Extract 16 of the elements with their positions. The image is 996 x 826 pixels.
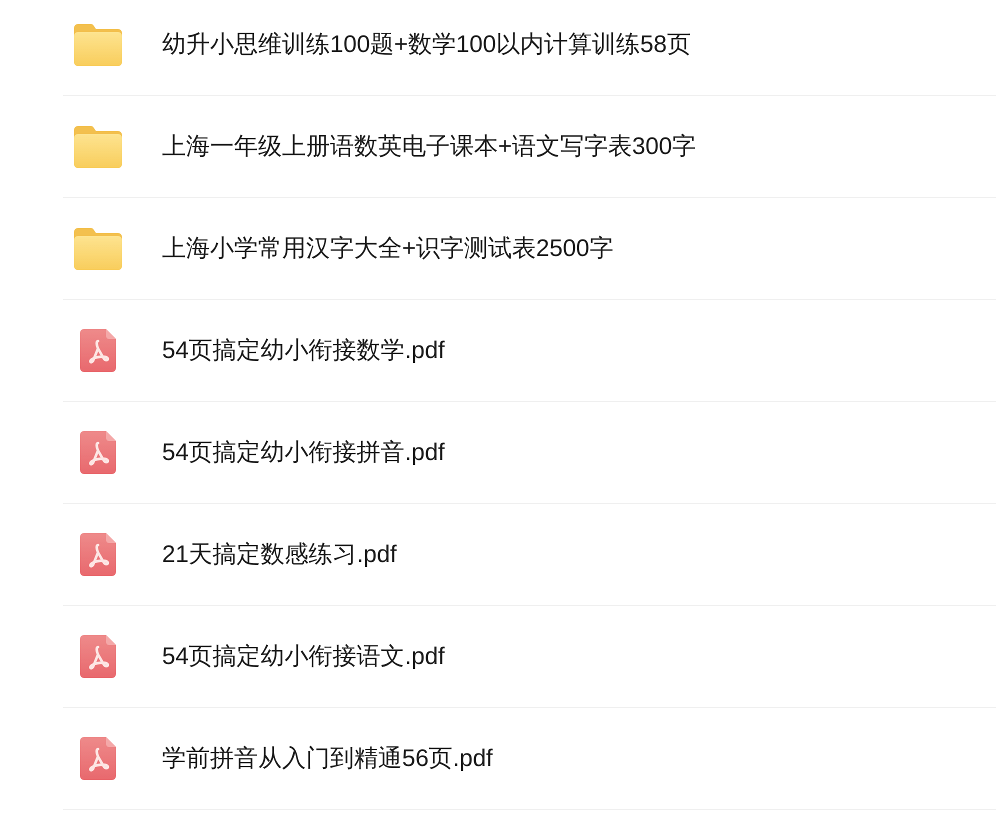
pdf-file-icon (80, 635, 116, 678)
pdf-file-icon (80, 329, 116, 372)
pdf-file-icon (80, 533, 116, 576)
file-name[interactable]: 54页搞定幼小衔接语文.pdf (162, 640, 445, 672)
file-name[interactable]: 21天搞定数感练习.pdf (162, 538, 397, 570)
folder-icon (74, 126, 122, 168)
pdf-file-icon (80, 431, 116, 474)
folder-icon (74, 228, 122, 270)
pdf-file-icon (80, 737, 116, 780)
file-name[interactable]: 学前拼音从入门到精通56页.pdf (162, 742, 493, 774)
file-name[interactable]: 54页搞定幼小衔接拼音.pdf (162, 436, 445, 468)
file-name[interactable]: 上海一年级上册语数英电子课本+语文写字表300字 (162, 130, 696, 162)
file-name[interactable]: 幼升小思维训练100题+数学100以内计算训练58页 (162, 28, 691, 60)
folder-icon (74, 24, 122, 66)
file-name[interactable]: 54页搞定幼小衔接数学.pdf (162, 334, 445, 366)
file-name[interactable]: 上海小学常用汉字大全+识字测试表2500字 (162, 232, 614, 264)
